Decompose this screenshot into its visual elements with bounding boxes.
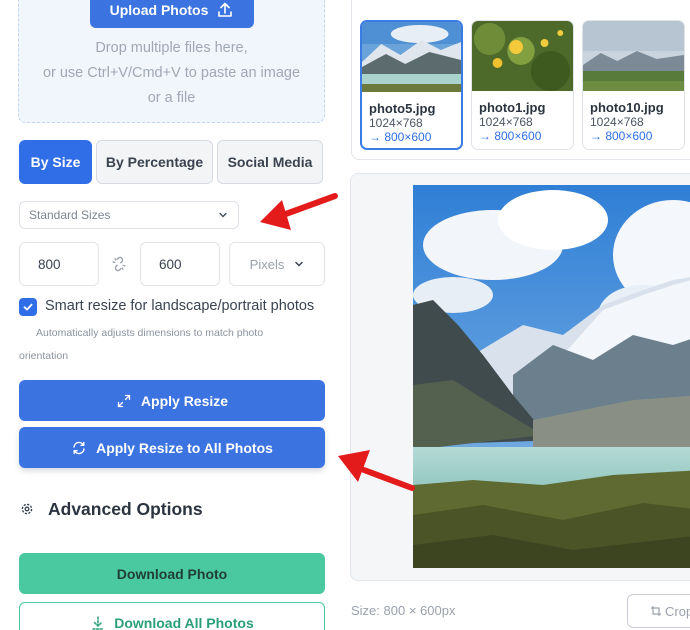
drop-hint-line-1: Drop multiple files here, xyxy=(95,40,248,56)
thumbnail-original-size: 1024×768 xyxy=(590,115,644,129)
chevron-down-icon xyxy=(295,261,304,267)
thumbnail-image xyxy=(472,21,573,91)
thumbnail-original-size: 1024×768 xyxy=(369,116,423,130)
thumbnail-filename: photo5.jpg xyxy=(369,101,436,116)
tab-social-media[interactable]: Social Media xyxy=(217,140,323,184)
download-all-label: Download All Photos xyxy=(114,614,254,630)
crop-icon xyxy=(651,606,661,616)
chevron-down-icon xyxy=(219,212,227,218)
thumbnail-image xyxy=(583,21,684,91)
gear-icon xyxy=(21,503,33,515)
crop-button[interactable]: Crop xyxy=(627,594,690,628)
smart-resize-label[interactable]: Smart resize for landscape/portrait phot… xyxy=(45,298,314,314)
unlink-aspect-icon[interactable] xyxy=(111,256,127,272)
preview-size-info: Size: 800 × 600px xyxy=(351,603,456,618)
download-photo-button[interactable]: Download Photo xyxy=(19,553,325,594)
expand-icon xyxy=(117,394,131,407)
apply-resize-all-label: Apply Resize to All Photos xyxy=(96,439,273,456)
unit-select[interactable]: Pixels xyxy=(229,242,325,286)
sync-icon xyxy=(73,441,85,454)
drop-hint-line-3: or a file xyxy=(147,90,196,106)
apply-resize-all-button[interactable]: Apply Resize to All Photos xyxy=(19,427,325,468)
download-icon xyxy=(92,615,104,630)
thumbnail-card[interactable]: photo1.jpg 1024×768 → 800×600 xyxy=(471,20,574,150)
thumbnail-card[interactable]: photo10.jpg 1024×768 → 800×600 xyxy=(582,20,685,150)
thumbnail-original-size: 1024×768 xyxy=(479,115,533,129)
upload-icon xyxy=(218,2,233,17)
tab-by-percentage[interactable]: By Percentage xyxy=(96,140,213,184)
checkmark-icon xyxy=(23,303,33,311)
smart-resize-hint-1: Automatically adjusts dimensions to matc… xyxy=(36,327,264,339)
height-value: 600 xyxy=(159,256,182,272)
download-all-button[interactable]: Download All Photos xyxy=(19,602,325,630)
upload-photos-button[interactable]: Upload Photos xyxy=(90,0,254,28)
crop-label: Crop xyxy=(665,603,690,619)
annotation-arrow-icon xyxy=(260,193,338,230)
smart-resize-checkbox[interactable] xyxy=(19,298,37,316)
thumbnail-target-size: → 800×600 xyxy=(590,129,653,143)
advanced-options-toggle[interactable]: Advanced Options xyxy=(48,499,203,520)
preset-select-value: Standard Sizes xyxy=(29,208,111,222)
annotation-arrow-icon xyxy=(338,450,415,491)
apply-resize-label: Apply Resize xyxy=(140,392,229,409)
smart-resize-hint-2: orientation xyxy=(19,350,69,362)
thumbnail-image xyxy=(362,22,461,92)
apply-resize-button[interactable]: Apply Resize xyxy=(19,380,325,421)
thumbnail-card[interactable]: photo5.jpg 1024×768 → 800×600 xyxy=(360,20,463,150)
thumbnail-filename: photo10.jpg xyxy=(590,100,664,115)
tab-by-size[interactable]: By Size xyxy=(19,140,92,184)
upload-button-label: Upload Photos xyxy=(109,2,209,18)
thumbnail-filename: photo1.jpg xyxy=(479,100,546,115)
preset-size-select[interactable]: Standard Sizes xyxy=(19,201,239,229)
width-input[interactable]: 800 xyxy=(19,242,99,286)
thumbnail-target-size: → 800×600 xyxy=(369,130,432,144)
unit-value: Pixels xyxy=(249,256,285,272)
height-input[interactable]: 600 xyxy=(140,242,220,286)
thumbnail-target-size: → 800×600 xyxy=(479,129,542,143)
width-value: 800 xyxy=(38,256,61,272)
drop-hint-line-2: or use Ctrl+V/Cmd+V to paste an image xyxy=(42,65,301,81)
preview-image xyxy=(413,185,690,568)
